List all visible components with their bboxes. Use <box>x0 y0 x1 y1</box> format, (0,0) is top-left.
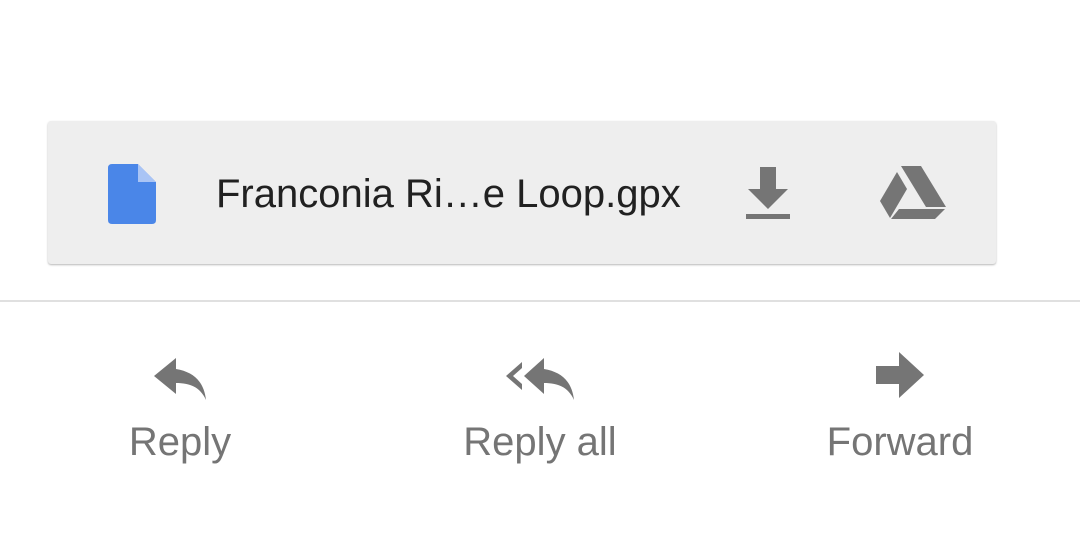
reply-all-icon <box>506 358 574 400</box>
reply-all-button[interactable]: Reply all <box>415 340 665 480</box>
document-icon <box>108 164 156 224</box>
download-button[interactable] <box>738 159 798 229</box>
download-icon <box>746 167 790 219</box>
reply-icon <box>154 358 206 400</box>
divider <box>0 300 1080 302</box>
reply-button[interactable]: Reply <box>55 340 305 480</box>
attachment-file-name: Franconia Ri…e Loop.gpx <box>216 172 681 216</box>
forward-label: Forward <box>826 420 974 464</box>
forward-icon <box>876 352 924 398</box>
reply-label: Reply <box>128 420 232 464</box>
google-drive-icon <box>880 166 946 219</box>
forward-button[interactable]: Forward <box>775 340 1025 480</box>
attachment-card[interactable]: Franconia Ri…e Loop.gpx <box>48 121 996 264</box>
save-to-drive-button[interactable] <box>873 159 953 229</box>
reply-all-label: Reply all <box>463 420 617 464</box>
